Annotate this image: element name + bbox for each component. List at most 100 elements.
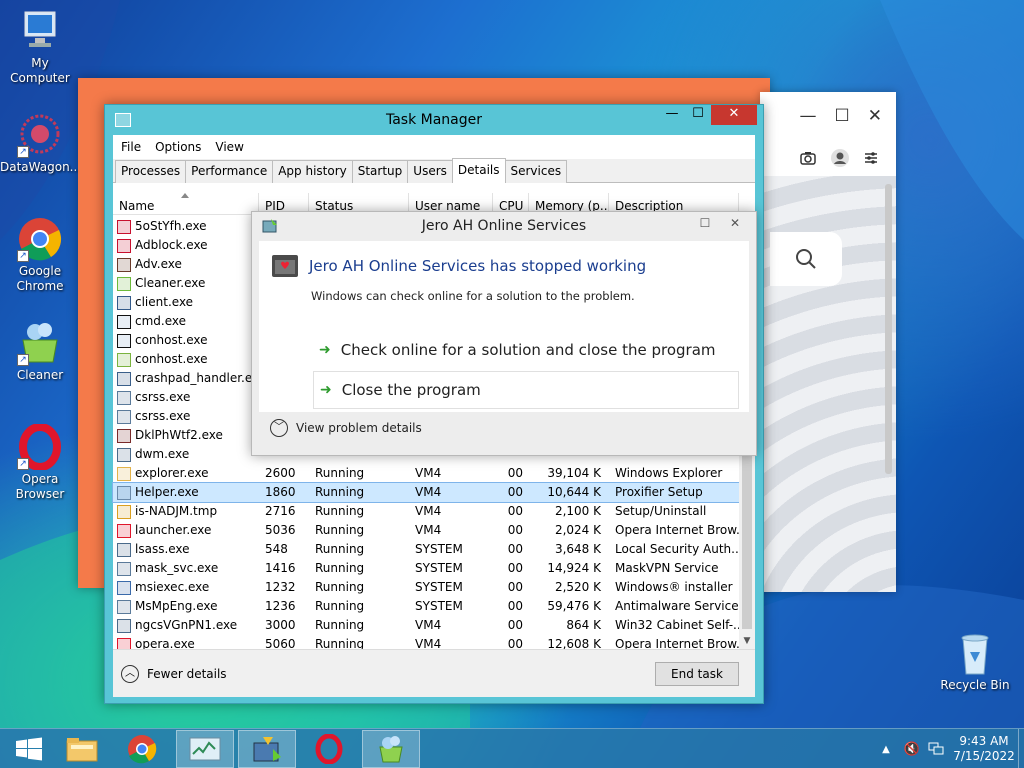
desktop-icon-recycle-bin[interactable]: Recycle Bin bbox=[935, 630, 1015, 693]
process-icon bbox=[117, 447, 131, 462]
dialog-titlebar[interactable]: Jero AH Online Services ☐ ✕ bbox=[252, 212, 756, 240]
process-icon bbox=[117, 371, 131, 386]
process-pid-cell: 3000 bbox=[265, 618, 296, 632]
table-row[interactable]: MsMpEng.exe 1236 Running SYSTEM 00 59,476 K An… bbox=[113, 597, 739, 616]
close-program-option[interactable]: ➜ Close the program bbox=[313, 371, 739, 409]
table-row[interactable]: mask_svc.exe 1416 Running SYSTEM 00 14,924 K M… bbox=[113, 559, 739, 578]
error-dialog[interactable]: Jero AH Online Services ☐ ✕ Jero AH Onli… bbox=[251, 211, 757, 456]
desktop-icon-chrome[interactable]: ↗ Google Chrome bbox=[0, 216, 80, 294]
taskbar-chrome[interactable] bbox=[113, 730, 171, 768]
start-button[interactable] bbox=[0, 730, 58, 768]
process-cpu-cell: 00 bbox=[507, 580, 523, 594]
process-desc-cell: Opera Internet Brow... bbox=[615, 523, 739, 537]
taskbar-opera[interactable] bbox=[300, 730, 358, 768]
show-desktop-button[interactable] bbox=[1018, 729, 1024, 768]
chrome-icon bbox=[128, 735, 157, 764]
stopped-program-icon bbox=[272, 255, 298, 277]
dialog-maximize-button[interactable]: ☐ bbox=[690, 214, 720, 234]
taskbar-clock[interactable]: 9:43 AM 7/15/2022 bbox=[950, 734, 1018, 764]
process-icon bbox=[117, 523, 131, 538]
maximize-icon[interactable]: ☐ bbox=[835, 106, 850, 126]
process-pid-cell: 1860 bbox=[265, 485, 296, 499]
process-desc-cell: Windows Explorer bbox=[615, 466, 723, 480]
close-button[interactable]: ✕ bbox=[711, 105, 757, 125]
cleaner-icon: ↗ bbox=[17, 320, 63, 366]
table-row[interactable]: msiexec.exe 1232 Running SYSTEM 00 2,520 K Win… bbox=[113, 578, 739, 597]
process-desc-cell: Antimalware Service... bbox=[615, 599, 739, 613]
task-manager-titlebar[interactable]: Task Manager — ☐ ✕ bbox=[105, 105, 763, 135]
menu-view[interactable]: View bbox=[215, 140, 243, 154]
process-pid-cell: 2600 bbox=[265, 466, 296, 480]
process-icon bbox=[117, 352, 131, 367]
menu-options[interactable]: Options bbox=[155, 140, 201, 154]
table-row[interactable]: is-NADJM.tmp 2716 Running VM4 00 2,100 K Setup… bbox=[113, 502, 739, 521]
desktop-icon-label: Cleaner bbox=[16, 368, 64, 382]
process-mem-cell: 2,024 K bbox=[554, 523, 601, 537]
table-row[interactable]: explorer.exe 2600 Running VM4 00 39,104 K Wind… bbox=[113, 464, 739, 483]
process-status-cell: Running bbox=[315, 485, 365, 499]
table-row[interactable]: Helper.exe 1860 Running VM4 00 10,644 K Proxif… bbox=[112, 482, 740, 503]
table-row[interactable]: lsass.exe 548 Running SYSTEM 00 3,648 K Local … bbox=[113, 540, 739, 559]
process-desc-cell: Local Security Auth... bbox=[615, 542, 739, 556]
scroll-down-icon[interactable]: ▼ bbox=[739, 633, 755, 649]
tab-performance[interactable]: Performance bbox=[185, 160, 274, 183]
network-icon[interactable] bbox=[928, 742, 944, 756]
process-name-cell: dwm.exe bbox=[113, 445, 259, 464]
dialog-title: Jero AH Online Services bbox=[421, 218, 587, 234]
process-icon bbox=[117, 561, 131, 576]
process-name: crashpad_handler.exe bbox=[135, 371, 259, 385]
tab-details[interactable]: Details bbox=[451, 158, 506, 183]
desktop-icon-datawagon[interactable]: ↗ DataWagon... bbox=[0, 112, 81, 175]
table-row[interactable]: ngcsVGnPN1.exe 3000 Running VM4 00 864 K Win32… bbox=[113, 616, 739, 635]
process-name: cmd.exe bbox=[135, 314, 187, 328]
tab-app-history[interactable]: App history bbox=[272, 160, 353, 183]
menu-file[interactable]: File bbox=[121, 140, 141, 154]
taskbar: ▲ 🔇 9:43 AM 7/15/2022 bbox=[0, 728, 1024, 768]
tab-processes[interactable]: Processes bbox=[115, 160, 187, 183]
process-pid-cell: 1232 bbox=[265, 580, 296, 594]
process-name: client.exe bbox=[135, 295, 194, 309]
maximize-button[interactable]: ☐ bbox=[685, 105, 711, 125]
desktop-icon-opera[interactable]: ↗ Opera Browser bbox=[0, 423, 80, 502]
close-icon[interactable]: ✕ bbox=[868, 106, 882, 126]
process-icon bbox=[117, 485, 131, 500]
check-online-option[interactable]: ➜ Check online for a solution and close … bbox=[313, 331, 739, 369]
taskbar-task-manager[interactable] bbox=[176, 730, 234, 768]
process-name-cell: is-NADJM.tmp bbox=[113, 502, 259, 521]
taskbar-file-explorer[interactable] bbox=[53, 730, 111, 768]
show-hidden-icons-icon[interactable]: ▲ bbox=[882, 744, 890, 755]
process-cpu-cell: 00 bbox=[507, 485, 523, 499]
settings-sliders-icon[interactable] bbox=[864, 151, 878, 165]
browser-window[interactable]: — ☐ ✕ bbox=[760, 92, 896, 592]
taskbar-installer[interactable] bbox=[238, 730, 296, 768]
volume-muted-icon[interactable]: 🔇 bbox=[904, 742, 920, 757]
table-row[interactable]: launcher.exe 5036 Running VM4 00 2,024 K Opera… bbox=[113, 521, 739, 540]
process-name: conhost.exe bbox=[135, 333, 208, 347]
account-icon[interactable] bbox=[830, 148, 850, 168]
process-icon bbox=[117, 618, 131, 633]
dialog-close-button[interactable]: ✕ bbox=[720, 214, 750, 234]
search-box[interactable] bbox=[770, 232, 842, 286]
view-problem-details-button[interactable]: ﹀ View problem details bbox=[270, 419, 422, 437]
desktop-icon-my-computer[interactable]: My Computer bbox=[0, 8, 80, 86]
end-task-button[interactable]: End task bbox=[655, 662, 739, 686]
fewer-details-button[interactable]: ︿ Fewer details bbox=[121, 665, 227, 683]
tab-users[interactable]: Users bbox=[407, 160, 453, 183]
minimize-button[interactable]: — bbox=[659, 105, 685, 125]
process-name-cell: Helper.exe bbox=[113, 483, 259, 502]
minimize-icon[interactable]: — bbox=[800, 106, 817, 126]
desktop-icon-cleaner[interactable]: ↗ Cleaner bbox=[0, 320, 80, 383]
tab-startup[interactable]: Startup bbox=[351, 160, 409, 183]
opera-icon bbox=[315, 734, 343, 764]
process-name: conhost.exe bbox=[135, 352, 208, 366]
camera-icon[interactable] bbox=[800, 151, 816, 165]
process-icon bbox=[117, 333, 131, 348]
process-pid-cell: 5036 bbox=[265, 523, 296, 537]
tab-services[interactable]: Services bbox=[504, 160, 568, 183]
taskbar-cleaner[interactable] bbox=[362, 730, 420, 768]
process-pid-cell: 548 bbox=[265, 542, 288, 556]
browser-scrollbar[interactable] bbox=[885, 184, 892, 474]
process-pid-cell: 1236 bbox=[265, 599, 296, 613]
process-mem-cell: 14,924 K bbox=[547, 561, 601, 575]
process-status-cell: Running bbox=[315, 580, 365, 594]
